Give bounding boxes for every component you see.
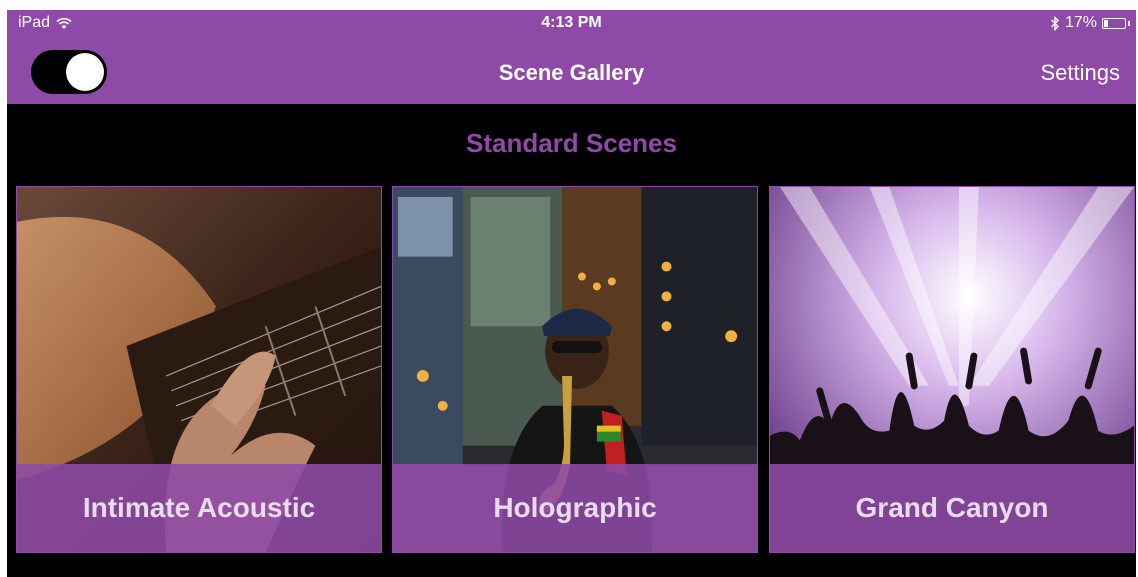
page-title: Scene Gallery [498, 60, 645, 85]
section-title: Standard Scenes [466, 128, 677, 158]
battery-icon [1102, 17, 1126, 29]
scene-card-grand-canyon[interactable]: Grand Canyon [769, 186, 1135, 553]
app-screen: iPad 4:13 PM 17% Scene Gallery Settings … [7, 10, 1136, 577]
settings-button[interactable]: Settings [1041, 60, 1121, 86]
scene-card-intimate-acoustic[interactable]: Intimate Acoustic [16, 186, 382, 553]
scene-label: Intimate Acoustic [17, 464, 381, 552]
status-time: 4:13 PM [541, 14, 602, 31]
status-right: 17% [1050, 14, 1130, 32]
status-bar: iPad 4:13 PM 17% [7, 10, 1136, 36]
scene-card-holographic[interactable]: Holographic [392, 186, 758, 553]
battery-percent: 17% [1064, 14, 1097, 31]
battery-nub [1128, 20, 1130, 26]
bluetooth-icon [1050, 15, 1059, 31]
scene-label: Holographic [393, 464, 757, 552]
battery-level [1104, 19, 1108, 27]
navigation-bar: Scene Gallery Settings [7, 36, 1136, 104]
scene-label: Grand Canyon [770, 464, 1134, 552]
